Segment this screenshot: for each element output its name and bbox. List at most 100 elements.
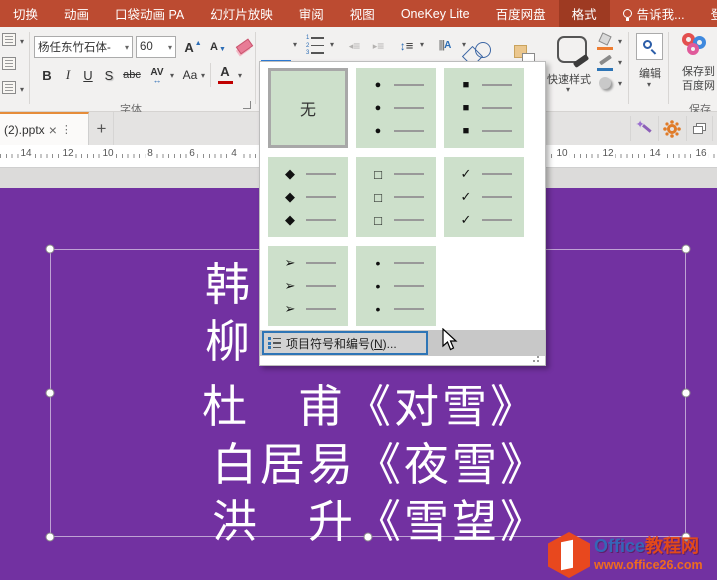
editing-button[interactable]: [636, 33, 663, 60]
font-dialog-launcher-icon[interactable]: [243, 101, 251, 109]
shape-fill-button[interactable]: [596, 31, 614, 47]
chevron-down-icon[interactable]: ▾: [170, 71, 174, 80]
document-tab[interactable]: (2).pptx × ⋮: [0, 112, 89, 145]
tab-animations[interactable]: 动画: [51, 0, 102, 27]
chevron-down-icon[interactable]: ▾: [330, 40, 334, 49]
resize-handle-bottom-left[interactable]: [46, 533, 55, 542]
chevron-down-icon[interactable]: ▾: [618, 79, 622, 88]
chevron-down-icon[interactable]: ▾: [201, 71, 205, 80]
tab-tell-me[interactable]: 告诉我...: [610, 0, 698, 27]
menu-item-label: 项目符号和编号(N)...: [286, 335, 397, 352]
resize-handle-middle-left[interactable]: [46, 389, 55, 398]
resize-handle-top-right[interactable]: [682, 245, 691, 254]
chevron-down-icon[interactable]: ▾: [20, 37, 24, 46]
tab-pocket-animation[interactable]: 口袋动画 PA: [102, 0, 197, 27]
new-tab-button[interactable]: +: [90, 112, 114, 145]
grow-font-button[interactable]: A▲: [182, 36, 204, 58]
tab-transitions[interactable]: 切换: [0, 0, 51, 27]
left-ribbon-icon-3[interactable]: [2, 81, 16, 94]
ribbon-tab-bar: 切换 动画 口袋动画 PA 幻灯片放映 审阅 视图 OneKey Lite 百度…: [0, 0, 717, 27]
resize-handle-top-left[interactable]: [46, 245, 55, 254]
tab-format[interactable]: 格式: [559, 0, 610, 27]
cascade-windows-icon: [693, 123, 706, 134]
chevron-down-icon[interactable]: ▾: [618, 58, 622, 67]
tab-onekey-lite[interactable]: OneKey Lite: [388, 0, 483, 27]
chevron-down-icon[interactable]: ▾: [647, 80, 651, 89]
bullet-option-small-dot[interactable]: • • •: [356, 246, 436, 326]
character-spacing-button[interactable]: AV ↔: [146, 62, 168, 88]
text-shadow-button[interactable]: S: [100, 64, 118, 86]
document-title: (2).pptx: [4, 123, 45, 137]
slide-text-line[interactable]: 杜 甫《对雪》: [202, 370, 538, 435]
font-color-swatch: [218, 81, 233, 84]
font-name-combobox[interactable]: 杨任东竹石体-▾: [34, 36, 133, 58]
clipped-toolbar-icon[interactable]: [712, 116, 717, 141]
shape-outline-button[interactable]: [596, 53, 614, 67]
shape-effects-button[interactable]: [596, 74, 614, 92]
bullet-option-hollow-square[interactable]: □ □ □: [356, 157, 436, 237]
numbering-button[interactable]: 1 2 3: [303, 33, 327, 58]
italic-button[interactable]: I: [60, 64, 76, 86]
chevron-down-icon[interactable]: ▾: [618, 37, 622, 46]
save-to-baidu-button[interactable]: [678, 30, 714, 62]
office-logo-icon: [548, 532, 590, 578]
ruler-number: 8: [145, 148, 155, 159]
font-size-combobox[interactable]: 60▾: [136, 36, 176, 58]
shrink-font-button[interactable]: A▼: [207, 36, 229, 58]
editing-label[interactable]: 编辑: [639, 65, 661, 81]
decrease-indent-button[interactable]: ◂≡: [343, 36, 365, 56]
lightbulb-icon: [623, 9, 632, 18]
tab-slideshow[interactable]: 幻灯片放映: [197, 0, 286, 27]
watermark-brand-zh: 教程网: [645, 536, 699, 556]
ruler-number: 10: [554, 148, 569, 159]
left-ribbon-icon-1[interactable]: [2, 33, 16, 46]
bullet-option-diamond[interactable]: ◆ ◆ ◆: [268, 157, 348, 237]
line-spacing-button[interactable]: ↕≡: [394, 33, 418, 58]
chevron-down-icon[interactable]: ▾: [238, 71, 242, 80]
left-ribbon-icon-2[interactable]: [2, 57, 16, 70]
settings-button[interactable]: [658, 116, 684, 141]
sign-in-button[interactable]: 登录: [698, 0, 717, 27]
font-size-value: 60: [140, 41, 153, 53]
bullet-option-filled-square[interactable]: ■ ■ ■: [444, 68, 524, 148]
chevron-down-icon[interactable]: ▾: [566, 85, 570, 94]
bullets-dropdown-arrow[interactable]: ▾: [293, 40, 297, 49]
increase-indent-button[interactable]: ▸≡: [367, 36, 389, 56]
slide-text-line[interactable]: 柳: [205, 305, 253, 370]
bold-button[interactable]: B: [38, 64, 56, 86]
magic-wand-icon: ✦: [636, 121, 652, 137]
clear-formatting-button[interactable]: [233, 34, 255, 58]
quick-styles-button[interactable]: [550, 31, 594, 67]
ruler-number: 6: [187, 148, 197, 159]
change-case-button[interactable]: Aa: [180, 64, 200, 86]
chevron-down-icon[interactable]: ▾: [20, 85, 24, 94]
bullet-option-filled-circle[interactable]: ● ● ●: [356, 68, 436, 148]
dropdown-footer-strip: 项目符号和编号(N)...: [260, 330, 545, 356]
close-icon[interactable]: ×: [49, 122, 57, 138]
tab-baidu-netdisk[interactable]: 百度网盘: [483, 0, 559, 27]
resize-handle-bottom-center[interactable]: [364, 533, 373, 542]
cascade-windows-button[interactable]: [686, 116, 712, 141]
resize-grip-icon[interactable]: [531, 356, 539, 362]
save-baidu-label-2: 百度网: [682, 77, 715, 93]
gear-icon: [667, 124, 677, 134]
bullets-and-numbering-menu-item[interactable]: 项目符号和编号(N)...: [262, 331, 428, 355]
slide-text-line[interactable]: 韩: [205, 248, 253, 313]
ruler-number: 10: [100, 148, 115, 159]
bullet-option-checkmark[interactable]: ✓ ✓ ✓: [444, 157, 524, 237]
chevron-down-icon[interactable]: ▾: [420, 40, 424, 49]
bullet-option-none[interactable]: 无: [268, 68, 348, 148]
tab-view[interactable]: 视图: [337, 0, 388, 27]
resize-handle-middle-right[interactable]: [682, 389, 691, 398]
strikethrough-button[interactable]: abc: [120, 64, 144, 86]
tab-review[interactable]: 审阅: [286, 0, 337, 27]
slide-text-line[interactable]: 洪 升《雪望》: [212, 485, 548, 550]
bullet-option-arrow[interactable]: ➢ ➢ ➢: [268, 246, 348, 326]
slide-text-line[interactable]: 白居易《夜雪》: [212, 428, 548, 493]
ruler-number: 12: [600, 148, 615, 159]
font-color-button[interactable]: A: [216, 62, 234, 80]
magic-wand-button[interactable]: ✦: [630, 116, 656, 141]
more-options-icon[interactable]: ⋮: [61, 123, 72, 136]
ruler-number: 14: [647, 148, 662, 159]
underline-button[interactable]: U: [79, 64, 97, 86]
